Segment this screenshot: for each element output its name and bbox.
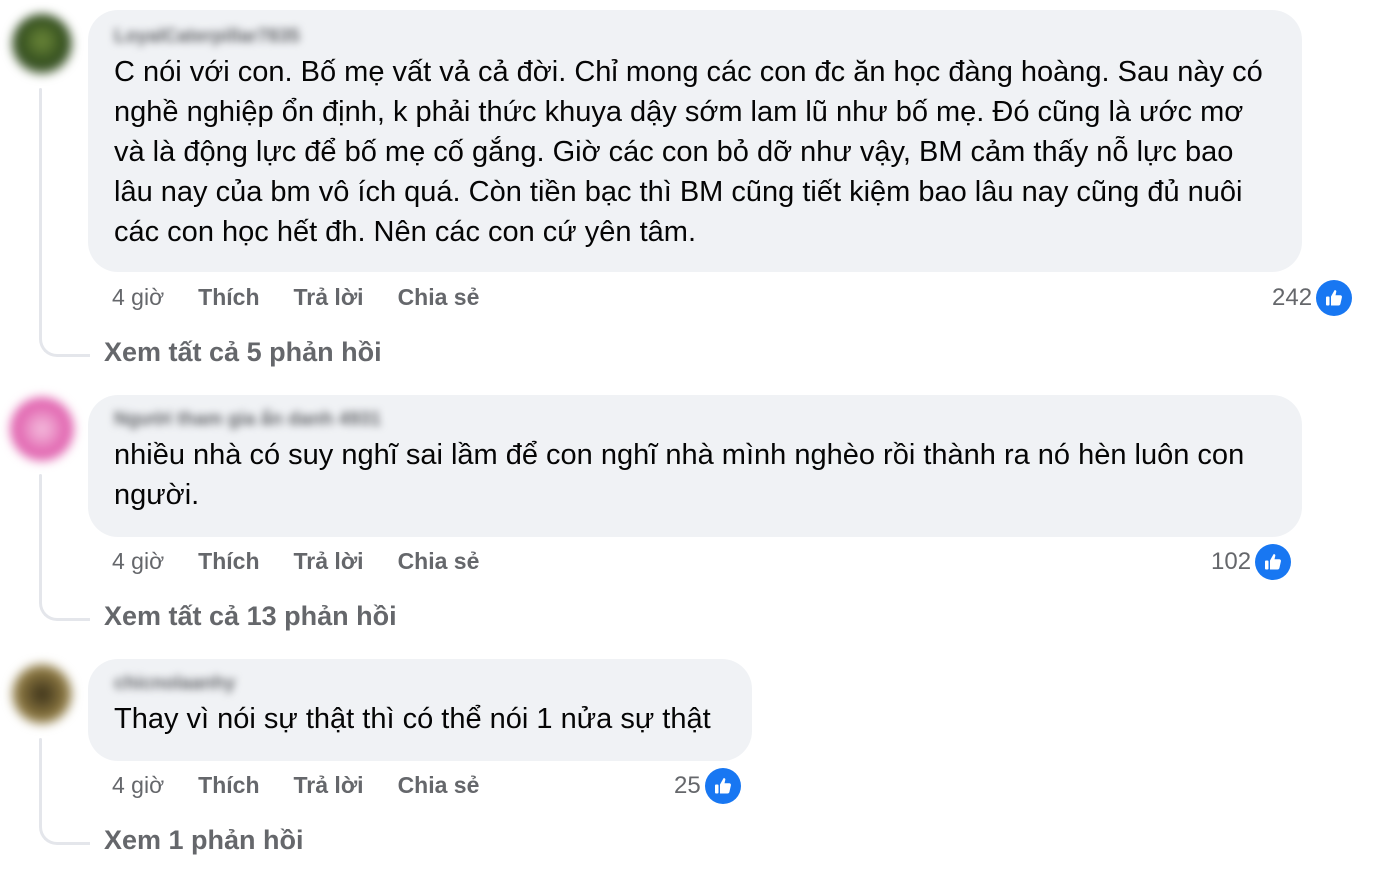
reply-button[interactable]: Trả lời bbox=[294, 548, 364, 575]
thumbs-up-icon bbox=[1316, 280, 1353, 316]
comment-time[interactable]: 4 giờ bbox=[112, 548, 164, 575]
view-replies-link[interactable]: Xem tất cả 5 phản hồi bbox=[104, 337, 382, 368]
reaction-count: 242 bbox=[1272, 284, 1313, 311]
thumbs-up-icon bbox=[704, 768, 741, 804]
comment-actions: 4 giờ Thích Trả lời Chia sẻ bbox=[112, 772, 479, 799]
avatar[interactable] bbox=[12, 14, 72, 74]
thumbs-up-icon bbox=[1255, 544, 1292, 580]
thread-elbow bbox=[39, 300, 90, 357]
reply-button[interactable]: Trả lời bbox=[294, 772, 364, 799]
comment-author[interactable]: chicnolaanhy bbox=[114, 673, 726, 695]
comment-bubble: LoyalCaterpillar7835 C nói với con. Bố m… bbox=[88, 10, 1302, 272]
reaction-summary[interactable]: 242 bbox=[1272, 280, 1353, 316]
reaction-summary[interactable]: 25 bbox=[674, 768, 741, 804]
like-button[interactable]: Thích bbox=[198, 548, 259, 575]
comment-actions: 4 giờ Thích Trả lời Chia sẻ bbox=[112, 284, 479, 311]
reaction-count: 102 bbox=[1211, 548, 1252, 575]
comment-author[interactable]: LoyalCaterpillar7835 bbox=[114, 26, 1276, 48]
comment-bubble: Người tham gia ẩn danh 4931 nhiều nhà có… bbox=[88, 395, 1302, 537]
view-replies-link[interactable]: Xem 1 phản hồi bbox=[104, 825, 304, 856]
avatar[interactable] bbox=[12, 664, 72, 724]
thread-elbow bbox=[39, 790, 90, 845]
share-button[interactable]: Chia sẻ bbox=[398, 284, 480, 311]
comment-time[interactable]: 4 giờ bbox=[112, 284, 164, 311]
like-button[interactable]: Thích bbox=[198, 284, 259, 311]
thread-elbow bbox=[39, 566, 90, 621]
reaction-count: 25 bbox=[674, 772, 701, 799]
comment-time[interactable]: 4 giờ bbox=[112, 772, 164, 799]
comment-text: Thay vì nói sự thật thì có thể nói 1 nửa… bbox=[114, 703, 711, 735]
reply-button[interactable]: Trả lời bbox=[294, 284, 364, 311]
comment-actions: 4 giờ Thích Trả lời Chia sẻ bbox=[112, 548, 479, 575]
reaction-summary[interactable]: 102 bbox=[1211, 544, 1292, 580]
view-replies-link[interactable]: Xem tất cả 13 phản hồi bbox=[104, 601, 397, 632]
comment-author[interactable]: Người tham gia ẩn danh 4931 bbox=[114, 409, 1276, 431]
share-button[interactable]: Chia sẻ bbox=[398, 548, 480, 575]
comment-text: nhiều nhà có suy nghĩ sai lầm để con ngh… bbox=[114, 439, 1245, 511]
thread-line bbox=[39, 88, 42, 318]
comment-text: C nói với con. Bố mẹ vất vả cả đời. Chỉ … bbox=[114, 56, 1263, 248]
share-button[interactable]: Chia sẻ bbox=[398, 772, 480, 799]
avatar[interactable] bbox=[10, 397, 74, 461]
comment-bubble: chicnolaanhy Thay vì nói sự thật thì có … bbox=[88, 659, 752, 761]
like-button[interactable]: Thích bbox=[198, 772, 259, 799]
